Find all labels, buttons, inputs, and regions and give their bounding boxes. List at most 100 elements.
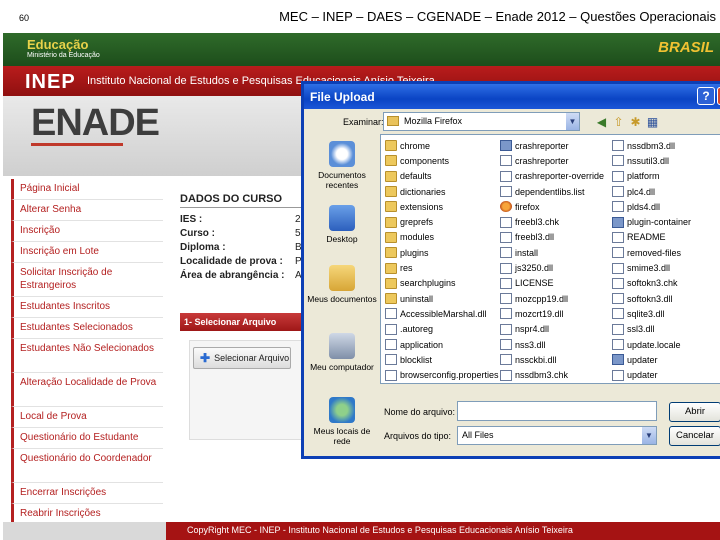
menu-item[interactable]: Inscrição em Lote xyxy=(11,242,163,263)
page-number: 60 xyxy=(19,13,30,23)
open-button[interactable]: Abrir xyxy=(669,402,720,422)
file-item[interactable]: nss3.dll xyxy=(500,337,604,352)
filename-input[interactable] xyxy=(457,401,657,421)
help-button[interactable]: ? xyxy=(697,87,715,105)
menu-item[interactable]: Inscrição xyxy=(11,221,163,242)
file-icon xyxy=(612,293,624,305)
filetype-select[interactable]: All Files xyxy=(457,426,657,445)
back-icon[interactable]: ◀ xyxy=(594,115,609,130)
file-icon xyxy=(612,308,624,320)
menu-item[interactable]: Encerrar Inscrições xyxy=(11,483,163,504)
file-item[interactable]: plugin-container xyxy=(612,214,691,229)
select-file-button[interactable]: ✚ Selecionar Arquivo xyxy=(193,347,291,369)
file-item[interactable]: .autoreg xyxy=(385,322,499,337)
place-network[interactable]: Meus locais de rede xyxy=(307,397,377,446)
file-item[interactable]: blocklist xyxy=(385,352,499,367)
file-item[interactable]: AccessibleMarshal.dll xyxy=(385,306,499,321)
menu-item[interactable]: Estudantes Selecionados xyxy=(11,318,163,339)
file-item[interactable]: nspr4.dll xyxy=(500,322,604,337)
dados-label: Diploma : xyxy=(180,242,226,253)
file-item[interactable]: plugins xyxy=(385,245,499,260)
place-desktop[interactable]: Desktop xyxy=(307,205,377,244)
file-item[interactable]: dependentlibs.list xyxy=(500,184,604,199)
cancel-button[interactable]: Cancelar xyxy=(669,426,720,446)
file-item[interactable]: install xyxy=(500,245,604,260)
file-name: extensions xyxy=(400,201,444,212)
file-name: browserconfig.properties xyxy=(400,370,499,381)
file-item[interactable]: removed-files xyxy=(612,245,691,260)
file-item[interactable]: update.locale xyxy=(612,337,691,352)
file-item[interactable]: nssutil3.dll xyxy=(612,153,691,168)
file-item[interactable]: firefox xyxy=(500,199,604,214)
file-item[interactable]: smime3.dll xyxy=(612,260,691,275)
menu-item[interactable]: Alteração Localidade de Prova xyxy=(11,373,163,407)
menu-item[interactable]: Solicitar Inscrição de Estrangeiros xyxy=(11,263,163,297)
file-item[interactable]: application xyxy=(385,337,499,352)
file-item[interactable]: freebl3.dll xyxy=(500,230,604,245)
file-item[interactable]: softokn3.dll xyxy=(612,291,691,306)
dados-curso-title: DADOS DO CURSO xyxy=(180,193,283,205)
new-folder-icon[interactable]: ✱ xyxy=(628,115,643,130)
menu-item[interactable]: Questionário do Estudante xyxy=(11,428,163,449)
file-list[interactable]: chrome components defaults dictionaries exte… xyxy=(380,134,720,384)
place-my-documents[interactable]: Meus documentos xyxy=(307,265,377,304)
place-recent[interactable]: Documentos recentes xyxy=(307,141,377,190)
file-item[interactable]: js3250.dll xyxy=(500,260,604,275)
look-in-select[interactable]: Mozilla Firefox xyxy=(383,112,580,131)
menu-item[interactable]: Página Inicial xyxy=(11,179,163,200)
file-item[interactable]: sqlite3.dll xyxy=(612,306,691,321)
menu-item[interactable]: Local de Prova xyxy=(11,407,163,428)
file-item[interactable]: crashreporter xyxy=(500,138,604,153)
file-item[interactable]: greprefs xyxy=(385,214,499,229)
file-item[interactable]: extensions xyxy=(385,199,499,214)
file-item[interactable]: LICENSE xyxy=(500,276,604,291)
file-item[interactable]: softokn3.chk xyxy=(612,276,691,291)
chevron-down-icon[interactable]: ▼ xyxy=(642,427,656,444)
file-item[interactable]: searchplugins xyxy=(385,276,499,291)
file-item[interactable]: chrome xyxy=(385,138,499,153)
file-item[interactable]: plds4.dll xyxy=(612,199,691,214)
file-item[interactable]: nssckbi.dll xyxy=(500,352,604,367)
file-item[interactable]: components xyxy=(385,153,499,168)
file-icon xyxy=(612,369,624,381)
file-item[interactable]: updater xyxy=(612,352,691,367)
file-icon xyxy=(385,354,397,366)
file-item[interactable]: freebl3.chk xyxy=(500,214,604,229)
file-item[interactable]: plc4.dll xyxy=(612,184,691,199)
file-item[interactable]: updater xyxy=(612,367,691,382)
menu-item[interactable]: Estudantes Não Selecionados xyxy=(11,339,163,373)
file-name: .autoreg xyxy=(400,324,434,335)
firefox-icon xyxy=(500,201,512,213)
up-folder-icon[interactable]: ⇧ xyxy=(611,115,626,130)
file-name: dependentlibs.list xyxy=(515,186,585,197)
place-label: Desktop xyxy=(326,234,358,244)
file-item[interactable]: mozcpp19.dll xyxy=(500,291,604,306)
file-item[interactable]: mozcrt19.dll xyxy=(500,306,604,321)
file-item[interactable]: browserconfig.properties xyxy=(385,367,499,382)
menu-item[interactable]: Alterar Senha xyxy=(11,200,163,221)
slide-title: MEC – INEP – DAES – CGENADE – Enade 2012… xyxy=(279,9,716,24)
file-item[interactable]: nssdbm3.chk xyxy=(500,367,604,382)
slide: 60 MEC – INEP – DAES – CGENADE – Enade 2… xyxy=(0,0,720,540)
divider xyxy=(180,207,302,208)
file-icon xyxy=(500,354,512,366)
file-item[interactable]: nssdbm3.dll xyxy=(612,138,691,153)
file-item[interactable]: ssl3.dll xyxy=(612,322,691,337)
menu-item[interactable]: Estudantes Inscritos xyxy=(11,297,163,318)
file-item[interactable]: defaults xyxy=(385,169,499,184)
file-item[interactable]: platform xyxy=(612,169,691,184)
file-item[interactable]: README xyxy=(612,230,691,245)
file-item[interactable]: crashreporter xyxy=(500,153,604,168)
file-item[interactable]: res xyxy=(385,260,499,275)
menu-item[interactable]: Questionário do Coordenador xyxy=(11,449,163,483)
file-item[interactable]: dictionaries xyxy=(385,184,499,199)
place-my-computer[interactable]: Meu computador xyxy=(307,333,377,372)
chevron-down-icon[interactable]: ▼ xyxy=(566,113,579,130)
file-name: application xyxy=(400,339,444,350)
file-item[interactable]: modules xyxy=(385,230,499,245)
footer-left xyxy=(3,522,166,540)
file-name: crashreporter-override xyxy=(515,171,605,182)
file-item[interactable]: uninstall xyxy=(385,291,499,306)
view-menu-icon[interactable]: ▦ xyxy=(645,115,660,130)
file-item[interactable]: crashreporter-override xyxy=(500,169,604,184)
